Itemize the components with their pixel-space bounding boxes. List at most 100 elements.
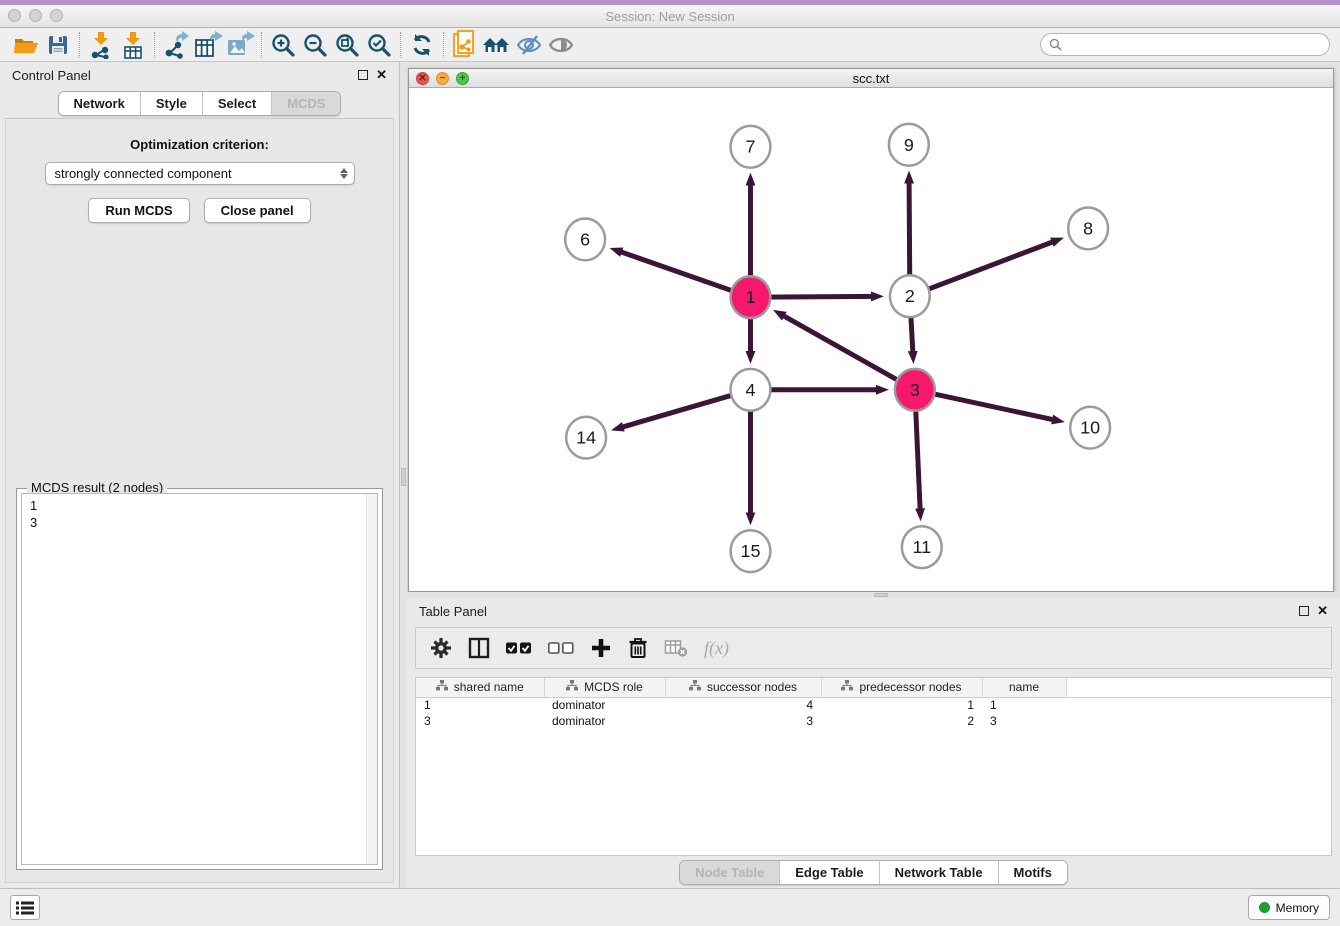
close-panel-button[interactable]: Close panel [204, 198, 311, 223]
optimization-criterion-dropdown[interactable]: strongly connected component [45, 162, 355, 185]
close-panel-icon[interactable]: ✕ [376, 70, 387, 80]
graph-node-2[interactable]: 2 [890, 275, 930, 317]
import-table-icon[interactable] [117, 30, 149, 60]
graph-node-8[interactable]: 8 [1068, 208, 1108, 250]
column-header-MCDS-role[interactable]: MCDS role [544, 678, 665, 697]
column-header-shared-name[interactable]: shared name [416, 678, 544, 697]
panel-splitter[interactable] [400, 62, 407, 888]
open-file-icon[interactable] [10, 30, 42, 60]
new-network-from-selection-icon[interactable] [449, 30, 481, 60]
graph-node-7[interactable]: 7 [731, 126, 771, 168]
export-table-icon[interactable] [192, 30, 224, 60]
svg-text:3: 3 [910, 380, 920, 400]
table-options-gear-icon[interactable] [430, 633, 452, 663]
zoom-selected-icon[interactable] [363, 30, 395, 60]
svg-text:4: 4 [745, 380, 755, 400]
memory-button[interactable]: Memory [1248, 895, 1330, 920]
save-session-icon[interactable] [42, 30, 74, 60]
result-scrollbar[interactable] [366, 494, 377, 864]
tab-style[interactable]: Style [141, 92, 203, 115]
graph-edge-1-6[interactable] [616, 250, 750, 297]
control-panel-title: Control Panel [12, 68, 350, 83]
zoom-in-icon[interactable] [267, 30, 299, 60]
deselect-all-icon[interactable] [548, 633, 574, 663]
import-network-icon[interactable] [85, 30, 117, 60]
mcds-result-text[interactable]: 13 [21, 493, 378, 865]
select-all-icon[interactable] [506, 633, 532, 663]
run-mcds-button[interactable]: Run MCDS [88, 198, 189, 223]
add-row-icon[interactable] [590, 633, 612, 663]
export-network-icon[interactable] [160, 30, 192, 60]
float-panel-icon[interactable] [358, 70, 368, 80]
table-cell[interactable]: 1 [821, 697, 982, 713]
task-history-button[interactable] [10, 895, 40, 920]
graph-node-4[interactable]: 4 [731, 369, 771, 411]
table-cell[interactable]: 1 [982, 697, 1066, 713]
graph-node-9[interactable]: 9 [889, 124, 929, 166]
table-cell[interactable]: 3 [665, 713, 821, 729]
table-cell[interactable]: 3 [982, 713, 1066, 729]
first-neighbors-icon[interactable] [481, 30, 513, 60]
graph-node-6[interactable]: 6 [565, 218, 605, 260]
graph-node-10[interactable]: 10 [1070, 407, 1110, 449]
show-columns-icon[interactable] [468, 633, 490, 663]
refresh-icon[interactable] [406, 30, 438, 60]
maximize-window-button[interactable] [50, 9, 63, 22]
svg-text:6: 6 [580, 229, 590, 249]
apply-function-icon: f(x) [704, 633, 729, 663]
network-minimize-button[interactable]: − [436, 72, 449, 85]
graph-node-14[interactable]: 14 [566, 417, 606, 459]
column-header-successor-nodes[interactable]: successor nodes [665, 678, 821, 697]
table-tab-motifs[interactable]: Motifs [999, 861, 1067, 884]
close-panel-icon[interactable]: ✕ [1317, 606, 1328, 616]
float-panel-icon[interactable] [1299, 606, 1309, 616]
minimize-window-button[interactable] [29, 9, 42, 22]
hide-selection-icon[interactable] [513, 30, 545, 60]
network-window-titlebar[interactable]: ✕ − + scc.txt [409, 69, 1333, 88]
network-canvas[interactable]: 7 9 6 8 1 2 4 3 14 10 15 11 [409, 88, 1333, 591]
column-header-name[interactable]: name [982, 678, 1066, 697]
dropdown-stepper-icon [340, 168, 348, 179]
tab-mcds[interactable]: MCDS [272, 92, 340, 115]
graph-edge-3-1[interactable] [779, 313, 915, 389]
table-tab-edge-table[interactable]: Edge Table [780, 861, 879, 884]
graph-node-1[interactable]: 1 [731, 276, 771, 318]
tab-select[interactable]: Select [203, 92, 272, 115]
table-tab-network-table[interactable]: Network Table [880, 861, 999, 884]
search-input[interactable] [1067, 37, 1321, 53]
graph-edge-3-10[interactable] [915, 390, 1058, 421]
network-close-button[interactable]: ✕ [416, 72, 429, 85]
close-window-button[interactable] [8, 9, 21, 22]
zoom-fit-icon[interactable] [331, 30, 363, 60]
column-header-predecessor-nodes[interactable]: predecessor nodes [821, 678, 982, 697]
network-maximize-button[interactable]: + [456, 72, 469, 85]
splitter-grip[interactable] [874, 593, 888, 597]
table-cell-filler [1066, 697, 1331, 713]
table-row[interactable]: 3dominator323 [416, 713, 1331, 729]
status-bar: Memory [0, 888, 1340, 926]
show-all-icon[interactable] [545, 30, 577, 60]
table-cell[interactable]: 2 [821, 713, 982, 729]
table-cell[interactable]: 4 [665, 697, 821, 713]
mcds-result-group: MCDS result (2 nodes) 13 [16, 488, 383, 870]
table-cell[interactable]: 1 [416, 697, 544, 713]
horizontal-splitter[interactable] [407, 592, 1340, 598]
graph-node-3[interactable]: 3 [895, 369, 935, 411]
export-image-icon[interactable] [224, 30, 256, 60]
table-cell[interactable]: dominator [544, 713, 665, 729]
graph-node-15[interactable]: 15 [731, 530, 771, 572]
column-header-filler [1066, 678, 1331, 697]
table-row[interactable]: 1dominator411 [416, 697, 1331, 713]
table-tab-node-table[interactable]: Node Table [680, 861, 780, 884]
zoom-out-icon[interactable] [299, 30, 331, 60]
graph-edge-2-8[interactable] [910, 240, 1058, 296]
splitter-grip[interactable] [401, 468, 406, 486]
table-toolbar: f(x) [415, 627, 1332, 669]
table-cell[interactable]: dominator [544, 697, 665, 713]
delete-row-icon[interactable] [628, 633, 648, 663]
tab-network[interactable]: Network [59, 92, 141, 115]
network-graph[interactable]: 7 9 6 8 1 2 4 3 14 10 15 11 [409, 88, 1333, 591]
graph-node-11[interactable]: 11 [902, 526, 942, 568]
table-cell[interactable]: 3 [416, 713, 544, 729]
titlebar: Session: New Session [0, 5, 1340, 28]
